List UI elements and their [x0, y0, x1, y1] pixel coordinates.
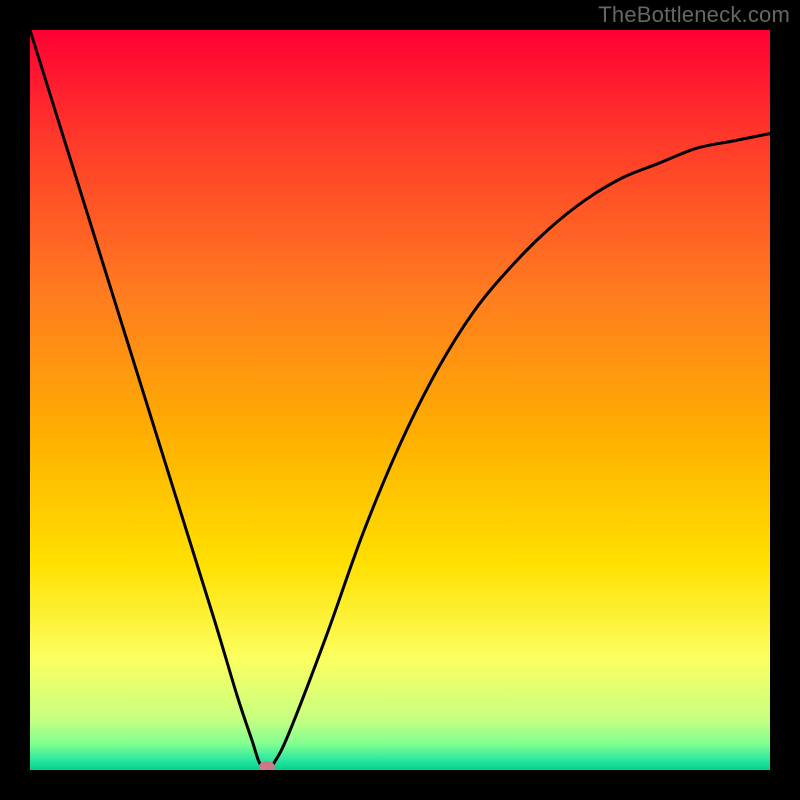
bottleneck-chart	[30, 30, 770, 770]
chart-frame: TheBottleneck.com	[0, 0, 800, 800]
watermark-text: TheBottleneck.com	[598, 2, 790, 28]
gradient-background	[30, 30, 770, 770]
